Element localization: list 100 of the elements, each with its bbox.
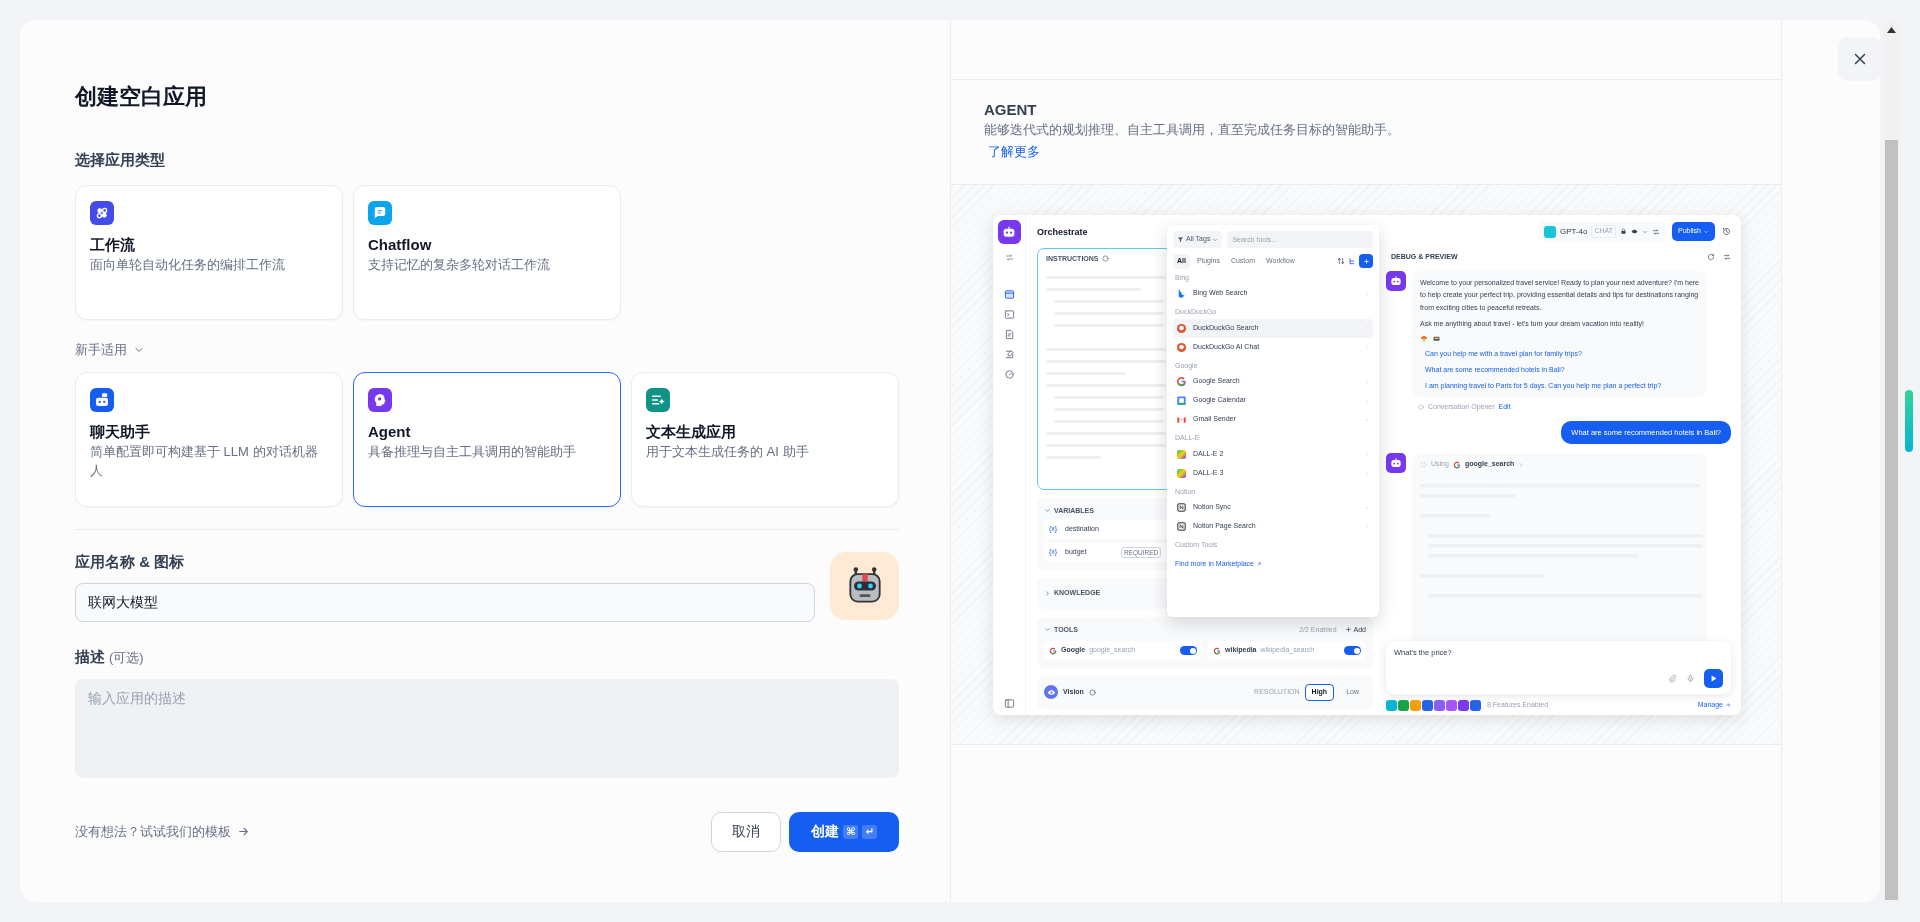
spinner-icon [1420,461,1427,468]
card-description: 用于文本生成任务的 AI 助手 [646,443,810,461]
chevron-down-icon [1212,236,1219,243]
chevron-down-icon [1703,228,1709,235]
chevron-down-icon[interactable] [1044,626,1051,634]
train-icon [1432,334,1441,343]
send-button[interactable] [1704,668,1723,688]
app-type-card[interactable]: Agent 具备推理与自主工具调用的智能助手 [353,372,621,507]
app-logo-icon [997,220,1021,244]
arrow-right-icon [237,825,250,838]
edit-note-icon[interactable] [1003,349,1015,360]
bot-avatar-icon [1386,453,1406,474]
filter-icon [1177,236,1184,243]
card-title: 聊天助手 [90,422,151,442]
card-description: 面向单轮自动化任务的编排工作流 [90,256,286,274]
bot-avatar-icon [1386,270,1406,291]
refresh-icon[interactable] [1707,253,1715,262]
card-description: 简单配置即可构建基于 LLM 的对话机器人 [90,443,319,480]
gradient-square-icon [1176,467,1187,479]
field-label: 应用名称 & 图标 [75,552,186,572]
chevron-down-icon [1642,228,1649,235]
ring-icon [1176,376,1187,387]
history-icon[interactable] [1722,227,1731,236]
section-toggle[interactable]: 新手适用 [75,340,145,360]
ring-icon [1452,460,1461,469]
model-name: GPT-4o [1559,225,1588,238]
app-type-card[interactable]: 聊天助手 简单配置即可构建基于 LLM 的对话机器人 [75,372,343,507]
shortcut-key: ↵ [862,824,877,839]
eye-icon [1631,228,1639,235]
create-button[interactable]: 创建 ⌘ ↵ [789,811,899,852]
umbrella-icon [1420,334,1428,343]
card-description: 支持记忆的复杂多轮对话工作流 [368,256,551,274]
dialog-title: 创建空白应用 [75,83,208,111]
side-handle[interactable] [1905,390,1913,452]
card-description: 具备推理与自主工具调用的智能助手 [368,443,577,461]
chevron-down-icon[interactable] [1044,507,1051,515]
feature-icon [1458,699,1469,711]
add-tool-button[interactable] [1359,254,1373,269]
app-icon-button[interactable] [830,552,899,620]
dial-icon[interactable] [1003,369,1015,380]
card-title: Chatflow [368,235,433,255]
cancel-button[interactable]: 取消 [711,811,781,852]
send-icon [1709,673,1718,683]
description-field[interactable]: 输入应用的描述 [75,678,899,778]
swap-icon[interactable] [1723,253,1731,262]
sort-icon[interactable] [1337,257,1345,266]
panel-title: Orchestrate [1037,226,1088,239]
eye-icon [1044,685,1058,700]
swap-icon[interactable] [1004,253,1014,262]
shortcut-key: ⌘ [843,824,859,839]
arrow-right-icon [1725,702,1731,708]
card-title: Agent [368,422,412,442]
feature-icon [1410,699,1421,711]
scroll-up-icon[interactable] [1886,26,1897,34]
plus-icon [1362,257,1370,265]
circle-icon [1176,322,1187,334]
feature-icon [1446,699,1457,711]
toggle-switch[interactable] [1344,646,1361,655]
model-icon [1543,225,1556,238]
scrollbar[interactable] [1883,22,1900,902]
name-input-field[interactable]: 联网大模型 [75,583,815,622]
app-type-card[interactable]: 文本生成应用 用于文本生成任务的 AI 助手 [631,372,899,507]
help-icon [1101,255,1109,263]
lock-icon [1620,228,1628,235]
panel-toggle-icon[interactable] [1003,697,1015,709]
feature-icon [1386,699,1397,711]
learn-more-link[interactable]: 了解更多 [988,144,1040,159]
feature-icon [1434,699,1445,711]
type-title: AGENT [984,100,1038,120]
field-label: 描述 [75,647,105,667]
toggle-switch[interactable] [1180,646,1197,655]
terminal-icon[interactable] [1003,309,1015,320]
external-arrow-icon [1256,560,1262,567]
feature-icon [1398,699,1409,711]
circle-icon [1176,341,1187,353]
help-icon [1088,688,1096,696]
feature-icon [1422,699,1433,711]
calendar-icon [1176,395,1187,406]
envelope-icon [1176,414,1187,425]
paperclip-icon[interactable] [1668,673,1677,683]
chevron-right-icon[interactable] [1044,589,1051,597]
card-title: 文本生成应用 [646,422,737,442]
app-type-card[interactable]: Chatflow 支持记忆的复杂多轮对话工作流 [353,185,621,320]
gradient-square-icon [1176,448,1187,460]
plus-icon [1344,626,1352,634]
hierarchy-icon[interactable] [1348,257,1356,266]
card-title: 工作流 [90,235,136,255]
optional-note: (可选) [109,649,144,667]
document-icon[interactable] [1003,329,1015,340]
ring-icon [1213,646,1221,655]
type-description: 能够迭代式的规划推理、自主工具调用，直至完成任务目标的智能助手。 [984,121,1401,139]
app-type-card[interactable]: 工作流 面向单轮自动化任务的编排工作流 [75,185,343,320]
feature-icon [1470,699,1481,711]
section-label: 选择应用类型 [75,150,166,170]
microphone-icon[interactable] [1686,673,1695,683]
ring-icon [1049,646,1057,655]
chevron-right-icon [1518,461,1525,468]
scrollbar-thumb[interactable] [1885,140,1898,900]
template-link[interactable]: 没有想法？试试我们的模板 [75,821,250,842]
window-icon[interactable] [1003,289,1015,300]
